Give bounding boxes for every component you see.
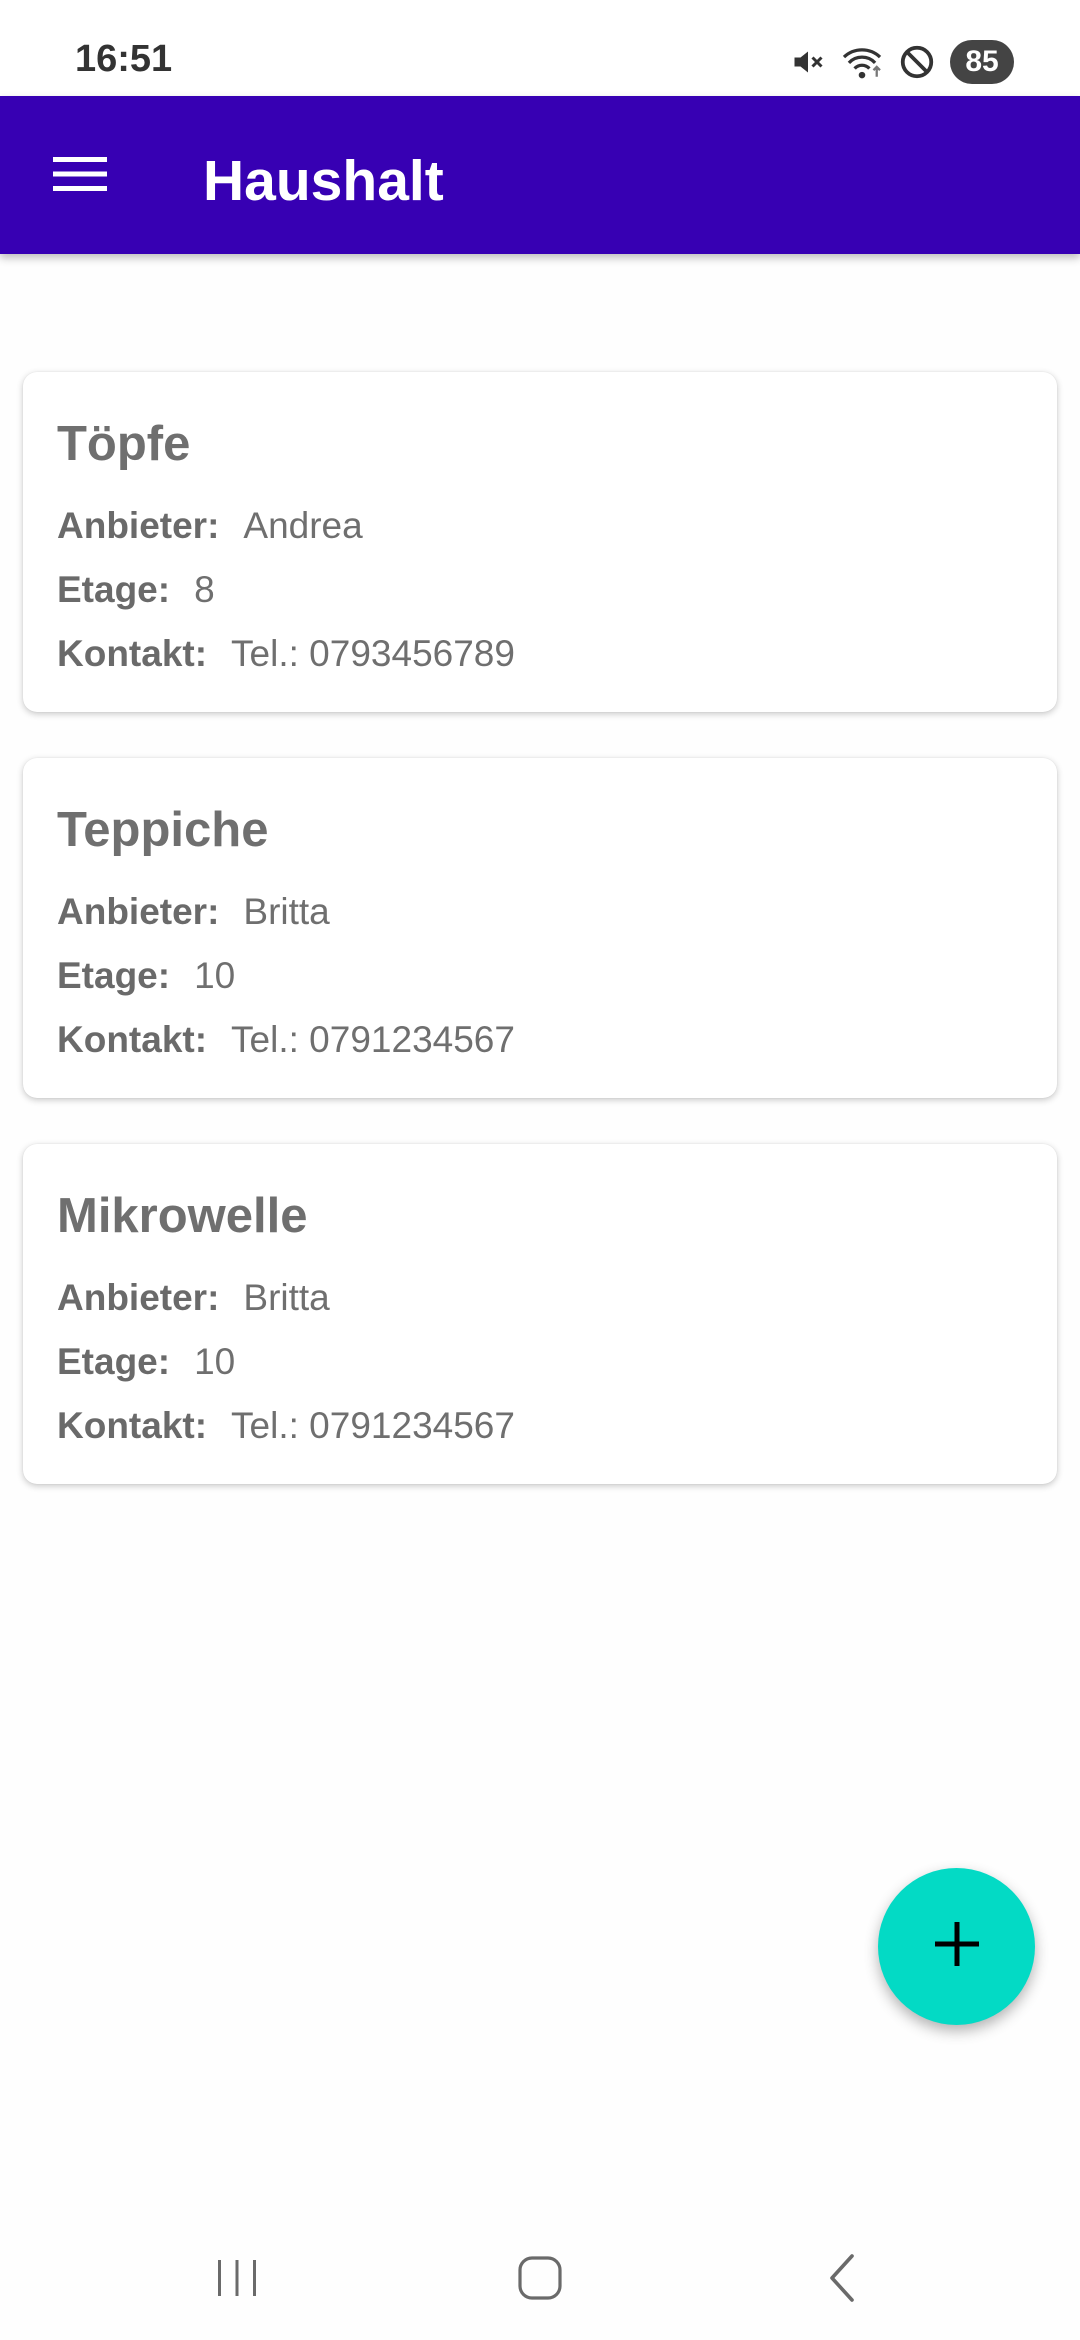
app-bar: Haushalt bbox=[0, 96, 1080, 254]
contact-row: Kontakt: Tel.: 0791234567 bbox=[57, 1016, 515, 1064]
floor-value: 10 bbox=[194, 1341, 236, 1382]
home-icon bbox=[516, 2254, 564, 2307]
contact-value: Tel.: 0793456789 bbox=[231, 633, 515, 674]
item-title: Teppiche bbox=[57, 803, 269, 857]
floor-value: 8 bbox=[194, 569, 215, 610]
do-not-disturb-icon bbox=[898, 43, 936, 81]
provider-value: Britta bbox=[243, 1277, 330, 1318]
system-nav-bar bbox=[0, 2220, 1080, 2340]
item-card[interactable]: Teppiche Anbieter: Britta Etage: 10 Kontak… bbox=[23, 758, 1057, 1098]
provider-row: Anbieter: Britta bbox=[57, 888, 330, 936]
item-title: Mikrowelle bbox=[57, 1189, 308, 1243]
provider-label: Anbieter: bbox=[57, 891, 220, 932]
plus-icon bbox=[934, 1922, 979, 1971]
back-button[interactable] bbox=[782, 2240, 902, 2320]
mute-icon bbox=[790, 44, 826, 80]
home-button[interactable] bbox=[480, 2240, 600, 2320]
floor-label: Etage: bbox=[57, 569, 171, 610]
item-list: Töpfe Anbieter: Andrea Etage: 8 Kontakt: Te… bbox=[23, 372, 1057, 1530]
page-title: Haushalt bbox=[203, 149, 444, 213]
contact-row: Kontakt: Tel.: 0793456789 bbox=[57, 630, 515, 678]
add-item-button[interactable] bbox=[878, 1868, 1035, 2025]
recent-apps-icon bbox=[215, 2256, 259, 2305]
contact-value: Tel.: 0791234567 bbox=[231, 1019, 515, 1060]
floor-label: Etage: bbox=[57, 1341, 171, 1382]
battery-icon: 85 bbox=[950, 40, 1014, 84]
contact-label: Kontakt: bbox=[57, 1405, 208, 1446]
floor-row: Etage: 10 bbox=[57, 1338, 235, 1386]
menu-button[interactable] bbox=[40, 141, 120, 211]
provider-label: Anbieter: bbox=[57, 1277, 220, 1318]
item-card[interactable]: Töpfe Anbieter: Andrea Etage: 8 Kontakt: Te… bbox=[23, 372, 1057, 712]
contact-label: Kontakt: bbox=[57, 1019, 208, 1060]
floor-row: Etage: 8 bbox=[57, 566, 215, 614]
floor-label: Etage: bbox=[57, 955, 171, 996]
provider-value: Andrea bbox=[243, 505, 363, 546]
floor-value: 10 bbox=[194, 955, 236, 996]
provider-row: Anbieter: Britta bbox=[57, 1274, 330, 1322]
contact-row: Kontakt: Tel.: 0791234567 bbox=[57, 1402, 515, 1450]
contact-value: Tel.: 0791234567 bbox=[231, 1405, 515, 1446]
item-card[interactable]: Mikrowelle Anbieter: Britta Etage: 10 Kont… bbox=[23, 1144, 1057, 1484]
provider-row: Anbieter: Andrea bbox=[57, 502, 363, 550]
provider-label: Anbieter: bbox=[57, 505, 220, 546]
wifi-icon bbox=[840, 44, 884, 80]
status-bar: 16:51 85 bbox=[0, 0, 1080, 96]
status-time: 16:51 bbox=[75, 38, 173, 80]
hamburger-menu-icon bbox=[53, 155, 107, 198]
recent-apps-button[interactable] bbox=[177, 2240, 297, 2320]
floor-row: Etage: 10 bbox=[57, 952, 235, 1000]
status-icons: 85 bbox=[790, 40, 1014, 84]
item-title: Töpfe bbox=[57, 417, 191, 471]
contact-label: Kontakt: bbox=[57, 633, 208, 674]
provider-value: Britta bbox=[243, 891, 330, 932]
back-icon bbox=[822, 2252, 862, 2309]
